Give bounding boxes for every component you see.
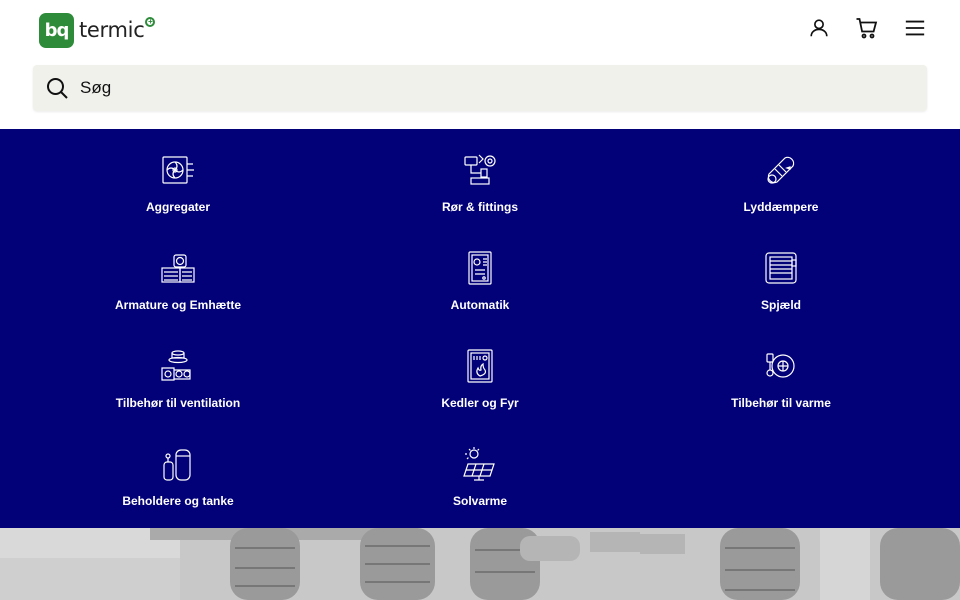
header-actions <box>807 16 927 40</box>
site-header: bq termic + <box>0 0 960 128</box>
menu-button[interactable] <box>903 16 927 40</box>
category-label: Tilbehør til ventilation <box>115 396 241 410</box>
logo-plus-icon: + <box>145 17 156 27</box>
ventilation-ducts-photo <box>0 528 960 600</box>
solar-panel-icon <box>463 447 495 481</box>
category-lyddaempere[interactable]: Lyddæmpere <box>681 152 881 214</box>
category-automatik[interactable]: Automatik <box>380 250 580 312</box>
control-panel-icon <box>468 251 492 285</box>
category-kedler-fyr[interactable]: Kedler og Fyr <box>380 348 580 410</box>
category-spjaeld[interactable]: Spjæld <box>681 250 881 312</box>
boiler-icon <box>467 349 493 383</box>
category-label: Rør & fittings <box>442 200 518 214</box>
category-menu: Aggregater Rør & fittings Lyddæmpere Arm… <box>0 129 960 528</box>
category-label: Aggregater <box>145 200 210 214</box>
category-beholdere-tanke[interactable]: Beholdere og tanke <box>78 446 278 508</box>
hero-image <box>0 528 960 600</box>
search-input[interactable] <box>80 78 880 98</box>
tank-icon <box>163 449 191 481</box>
cart-button[interactable] <box>855 16 879 40</box>
account-button[interactable] <box>807 16 831 40</box>
heating-pump-icon <box>766 353 795 378</box>
valve-hood-icon <box>161 254 195 283</box>
brand-logo[interactable]: bq termic + <box>39 12 156 48</box>
logo-badge: bq <box>39 12 74 48</box>
category-label: Lyddæmpere <box>743 200 819 214</box>
air-handling-unit-icon <box>162 156 194 184</box>
logo-wordmark: termic <box>79 18 145 42</box>
category-ror-fittings[interactable]: Rør & fittings <box>380 152 580 214</box>
category-label: Automatik <box>450 298 510 312</box>
silencer-icon <box>767 156 795 184</box>
category-label: Beholdere og tanke <box>122 494 234 508</box>
category-label: Armature og Emhætte <box>114 298 242 312</box>
category-label: Kedler og Fyr <box>441 396 519 410</box>
category-aggregater[interactable]: Aggregater <box>78 152 278 214</box>
category-label: Spjæld <box>760 298 801 312</box>
category-armature-emhaette[interactable]: Armature og Emhætte <box>78 250 278 312</box>
category-tilbehor-varme[interactable]: Tilbehør til varme <box>681 348 881 410</box>
category-label: Tilbehør til varme <box>731 396 831 410</box>
category-label: Solvarme <box>452 494 508 508</box>
pipes-fittings-icon <box>464 154 496 185</box>
category-solvarme[interactable]: Solvarme <box>380 446 580 508</box>
damper-icon <box>765 252 797 284</box>
category-tilbehor-ventilation[interactable]: Tilbehør til ventilation <box>78 348 278 410</box>
cart-icon <box>856 18 878 39</box>
search-icon <box>47 78 68 99</box>
ventilation-accessory-icon <box>161 350 191 381</box>
user-icon <box>810 19 828 37</box>
menu-icon <box>905 20 925 36</box>
search-bar[interactable] <box>33 65 927 111</box>
